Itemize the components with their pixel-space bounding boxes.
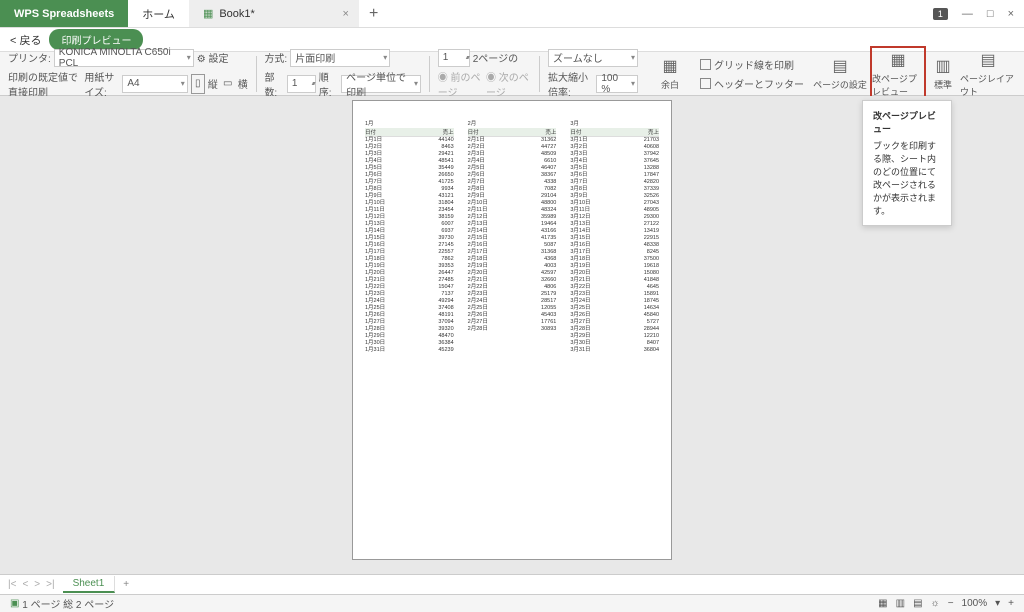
zoom-out-icon[interactable]: − bbox=[948, 598, 954, 609]
copies-value: 1 bbox=[292, 78, 298, 89]
zoom-preset-select[interactable]: ズームなし bbox=[548, 49, 638, 67]
page-break-tooltip: 改ページプレビュー ブックを印刷する際、シート内のどの位置にて改ページされるかが… bbox=[862, 100, 952, 226]
zoom-in-icon[interactable]: + bbox=[1008, 598, 1014, 609]
sheet-tab-bar: |<<>>| Sheet1 + bbox=[0, 574, 1024, 594]
preview-workspace: 1月日付売上1月1日441401月2日84631月3日294211月4日4854… bbox=[0, 96, 1024, 574]
preview-page: 1月日付売上1月1日441401月2日84631月3日294211月4日4854… bbox=[352, 100, 672, 560]
duplex-select[interactable]: 片面印刷 bbox=[290, 49, 390, 67]
prev-page-label: 前のページ bbox=[438, 73, 481, 99]
prev-page-button[interactable]: ◉ 前のページ bbox=[438, 69, 483, 99]
normal-view-icon: ▥ bbox=[935, 56, 950, 76]
window-badge: 1 bbox=[933, 8, 948, 20]
month-table: 1月日付売上1月1日441401月2日84631月3日294211月4日4854… bbox=[365, 119, 454, 541]
tooltip-body: ブックを印刷する際、シート内のどの位置にて改ページされるかが表示されます。 bbox=[873, 139, 941, 217]
printer-settings-label: 設定 bbox=[209, 54, 229, 65]
page-setup-icon: ▤ bbox=[832, 56, 847, 76]
close-tab-icon[interactable]: × bbox=[343, 8, 349, 20]
page-break-label: 改ページプレビュー bbox=[872, 72, 924, 98]
zoom-value: 100% bbox=[962, 598, 988, 609]
view-focus-icon[interactable]: ☼ bbox=[931, 598, 940, 609]
page-layout-label: ページレイアウト bbox=[960, 72, 1016, 98]
normal-view-button[interactable]: ▥ 標準 bbox=[928, 46, 958, 102]
close-window-icon[interactable]: × bbox=[1008, 8, 1014, 20]
page-break-icon: ▦ bbox=[890, 50, 905, 70]
add-tab-button[interactable]: + bbox=[359, 5, 388, 23]
page-from-spinner[interactable]: 1 bbox=[438, 49, 470, 67]
tooltip-title: 改ページプレビュー bbox=[873, 109, 941, 135]
margins-label: 余白 bbox=[661, 78, 679, 91]
margins-icon: ▦ bbox=[662, 56, 677, 76]
orientation-portrait-button[interactable]: ▯ bbox=[191, 74, 205, 94]
margins-button[interactable]: ▦ 余白 bbox=[642, 46, 698, 102]
view-grid-icon[interactable]: ▥ bbox=[896, 598, 905, 609]
copies-spinner[interactable]: 1 bbox=[287, 75, 316, 93]
paper-label: 用紙サイズ: bbox=[84, 69, 119, 99]
header-footer-checkbox[interactable] bbox=[700, 78, 711, 89]
sheet-tab-sheet1[interactable]: Sheet1 bbox=[63, 576, 116, 593]
add-sheet-button[interactable]: + bbox=[115, 579, 137, 590]
page-layout-icon: ▤ bbox=[980, 50, 995, 70]
maximize-icon[interactable]: □ bbox=[987, 8, 994, 20]
paper-size-select[interactable]: A4 bbox=[122, 75, 187, 93]
doc-tab-icon: ▦ bbox=[203, 7, 213, 20]
status-icon: ▣ bbox=[10, 598, 19, 609]
view-read-icon[interactable]: ▤ bbox=[913, 598, 922, 609]
month-table: 2月日付売上2月1日313622月2日447272月3日485092月4日661… bbox=[468, 119, 557, 541]
direct-print-label: 印刷の既定値で直接印刷 bbox=[8, 69, 81, 99]
printer-label: プリンタ: bbox=[8, 50, 51, 65]
month-table: 3月日付売上3月1日217033月2日406083月3日379423月4日376… bbox=[570, 119, 659, 541]
back-label: 戻る bbox=[19, 35, 41, 47]
page-of-label: 2ページの bbox=[473, 50, 518, 65]
printer-select[interactable]: KONICA MINOLTA C650i PCL bbox=[54, 49, 194, 67]
app-brand-tab: WPS Spreadsheets bbox=[0, 0, 128, 27]
print-toolbar: プリンタ: KONICA MINOLTA C650i PCL ⚙ 設定 印刷の既… bbox=[0, 52, 1024, 96]
next-page-label: 次のページ bbox=[486, 73, 529, 99]
zoom-ratio-label: 拡大縮小倍率: bbox=[548, 69, 593, 99]
collate-select[interactable]: ページ単位で印刷 bbox=[341, 75, 421, 93]
landscape-label: 横 bbox=[238, 76, 248, 91]
sheet-nav[interactable]: |<<>>| bbox=[0, 579, 63, 590]
next-page-button[interactable]: ◉ 次のページ bbox=[486, 69, 531, 99]
print-gridlines-label: グリッド線を印刷 bbox=[714, 57, 794, 72]
view-normal-icon[interactable]: ▦ bbox=[878, 598, 887, 609]
status-text: 1 ページ 総 2 ページ bbox=[22, 596, 114, 611]
portrait-label: 縦 bbox=[208, 76, 218, 91]
page-layout-button[interactable]: ▤ ページレイアウト bbox=[960, 46, 1016, 102]
header-footer-label: ヘッダーとフッター bbox=[714, 76, 804, 91]
zoom-ratio-select[interactable]: 100 % bbox=[596, 75, 638, 93]
order-label: 順序: bbox=[319, 69, 338, 99]
normal-view-label: 標準 bbox=[934, 78, 952, 91]
orientation-landscape-button[interactable]: ▭ bbox=[221, 74, 235, 94]
title-tabs: WPS Spreadsheets ホーム ▦ Book1* × + 1 — □ … bbox=[0, 0, 1024, 28]
copies-label: 部数: bbox=[264, 69, 283, 99]
page-setup-button[interactable]: ▤ ページの設定 bbox=[812, 46, 868, 102]
minimize-icon[interactable]: — bbox=[962, 8, 973, 20]
home-tab[interactable]: ホーム bbox=[128, 0, 189, 27]
status-bar: ▣ 1 ページ 総 2 ページ ▦ ▥ ▤ ☼ − 100% ▾ + bbox=[0, 594, 1024, 612]
doc-tab-label: Book1* bbox=[219, 8, 254, 20]
document-tab[interactable]: ▦ Book1* × bbox=[189, 0, 359, 27]
back-button[interactable]: < 戻る bbox=[10, 32, 41, 48]
page-break-preview-button[interactable]: ▦ 改ページプレビュー bbox=[870, 46, 926, 102]
print-gridlines-checkbox[interactable] bbox=[700, 59, 711, 70]
method-label: 方式: bbox=[264, 50, 287, 65]
page-setup-label: ページの設定 bbox=[813, 78, 867, 91]
printer-settings-button[interactable]: ⚙ 設定 bbox=[197, 50, 229, 65]
zoom-dropdown-icon[interactable]: ▾ bbox=[995, 598, 1000, 609]
page-from-value: 1 bbox=[443, 52, 449, 63]
